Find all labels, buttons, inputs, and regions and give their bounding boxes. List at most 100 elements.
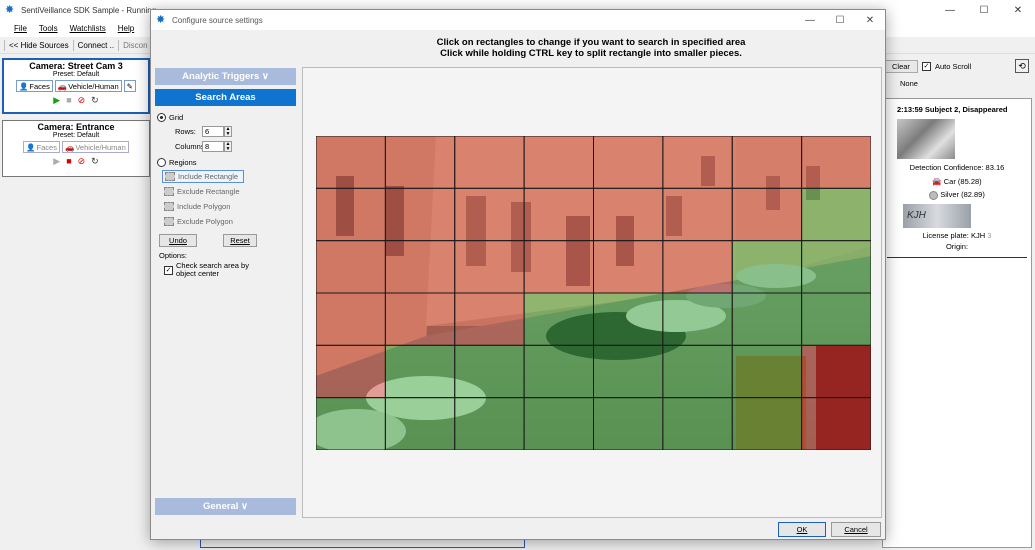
grid-cell-excluded[interactable] (316, 240, 386, 294)
search-areas-header[interactable]: Search Areas (155, 89, 296, 106)
grid-cell-excluded[interactable] (316, 136, 386, 189)
check-center-checkbox[interactable]: ✓ (164, 266, 173, 275)
reset-button[interactable]: Reset (223, 234, 257, 247)
camera-preview[interactable] (316, 136, 871, 450)
regions-radio[interactable] (157, 158, 166, 167)
grid-cell-included[interactable] (801, 292, 871, 346)
grid-cell-excluded[interactable] (316, 344, 386, 399)
menu-watchlists[interactable]: Watchlists (70, 24, 106, 33)
regions-option[interactable]: Regions (157, 158, 296, 167)
general-header[interactable]: General ∨ (155, 498, 296, 515)
grid-cell-included[interactable] (731, 292, 803, 346)
grid-cell-excluded[interactable] (316, 292, 386, 346)
grid-cell-included[interactable] (523, 344, 594, 399)
grid-cell-excluded[interactable] (801, 397, 871, 450)
close-icon[interactable]: ✕ (855, 10, 885, 30)
grid-cell-excluded[interactable] (593, 240, 664, 294)
grid-cell-included[interactable] (662, 397, 733, 450)
grid-cell-included[interactable] (731, 240, 803, 294)
exclude-polygon-button[interactable]: Exclude Polygon (162, 215, 296, 228)
grid-cell-excluded[interactable] (454, 136, 525, 189)
menu-help[interactable]: Help (118, 24, 134, 33)
grid-cell-excluded[interactable] (662, 187, 733, 242)
maximize-icon[interactable]: ☐ (825, 10, 855, 30)
minimize-icon[interactable]: — (933, 0, 967, 20)
grid-cell-excluded[interactable] (593, 136, 664, 189)
stop-icon[interactable]: ■ (66, 156, 71, 167)
spin-down-icon[interactable]: ▼ (226, 131, 231, 137)
grid-cell-included[interactable] (593, 397, 664, 450)
grid-cell-excluded[interactable] (454, 292, 525, 346)
grid-cell-included[interactable] (454, 397, 525, 450)
include-rectangle-button[interactable]: Include Rectangle (162, 170, 244, 183)
grid-cell-excluded[interactable] (523, 136, 594, 189)
grid-cell-excluded[interactable] (731, 136, 803, 189)
rows-input[interactable]: 6 (202, 126, 224, 137)
grid-cell-excluded[interactable] (523, 187, 594, 242)
grid-cell-included[interactable] (801, 240, 871, 294)
grid-cell-excluded[interactable] (523, 240, 594, 294)
menu-tools[interactable]: Tools (39, 24, 58, 33)
refresh-icon[interactable]: ↻ (91, 156, 99, 167)
grid-cell-included[interactable] (384, 397, 456, 450)
clear-button[interactable]: Clear (884, 59, 918, 73)
grid-radio[interactable] (157, 113, 166, 122)
close-icon[interactable]: ✕ (1001, 0, 1035, 20)
hide-view-icon[interactable]: ⊘ (78, 156, 86, 167)
grid-cell-included[interactable] (731, 397, 803, 450)
grid-cell-excluded[interactable] (454, 187, 525, 242)
check-center-option[interactable]: ✓ Check search area by object center (164, 262, 296, 278)
vehicle-human-button[interactable]: 🚗 Vehicle/Human (61, 141, 129, 153)
grid-cell-included[interactable] (731, 344, 803, 399)
grid-cell-excluded[interactable] (662, 240, 733, 294)
play-icon[interactable]: ▶ (53, 95, 60, 106)
camera-panel-street-cam-3[interactable]: Camera: Street Cam 3 Preset: Default 👤 Fa… (2, 58, 150, 114)
grid-cell-included[interactable] (593, 344, 664, 399)
columns-input[interactable]: 8 (202, 141, 224, 152)
grid-cell-included[interactable] (384, 344, 456, 399)
columns-spinner[interactable]: ▲ ▼ (224, 141, 232, 152)
grid-cell-excluded[interactable] (801, 136, 871, 189)
menu-file[interactable]: File (14, 24, 27, 33)
hide-sources-button[interactable]: << Hide Sources (9, 41, 69, 50)
event-card[interactable]: 2:13:59 Subject 2, Disappeared Detection… (882, 98, 1032, 548)
grid-cell-included[interactable] (454, 344, 525, 399)
undo-button[interactable]: Undo (159, 234, 197, 247)
stop-icon[interactable]: ■ (66, 95, 71, 106)
faces-button[interactable]: 👤 Faces (16, 80, 53, 92)
grid-cell-excluded[interactable] (384, 292, 456, 346)
grid-cell-excluded[interactable] (593, 187, 664, 242)
grid-cell-excluded[interactable] (662, 136, 733, 189)
connect-button[interactable]: Connect .. (78, 41, 114, 50)
grid-cell-included[interactable] (523, 397, 594, 450)
auto-scroll-checkbox[interactable]: ✓ (921, 61, 931, 71)
grid-cell-included[interactable] (316, 397, 386, 450)
grid-option[interactable]: Grid (157, 113, 296, 122)
rotate-view-icon[interactable]: ⟲ (1015, 59, 1029, 73)
hide-view-icon[interactable]: ⊘ (78, 95, 86, 106)
grid-cell-excluded[interactable] (384, 187, 456, 242)
play-icon[interactable]: ▶ (53, 156, 60, 167)
faces-button[interactable]: 👤 Faces (23, 141, 60, 153)
camera-panel-entrance[interactable]: Camera: Entrance Preset: Default 👤 Faces … (2, 120, 150, 177)
maximize-icon[interactable]: ☐ (967, 0, 1001, 20)
analytic-triggers-header[interactable]: Analytic Triggers ∨ (155, 68, 296, 85)
vehicle-human-button[interactable]: 🚗 Vehicle/Human (54, 80, 122, 92)
exclude-rectangle-button[interactable]: Exclude Rectangle (162, 185, 296, 198)
grid-cell-excluded[interactable] (801, 344, 871, 399)
grid-cell-included[interactable] (801, 187, 871, 242)
ok-button[interactable]: OK (778, 522, 826, 537)
grid-cell-excluded[interactable] (731, 187, 803, 242)
grid-cell-included[interactable] (593, 292, 664, 346)
cancel-button[interactable]: Cancel (831, 522, 881, 537)
grid-cell-included[interactable] (662, 344, 733, 399)
grid-cell-included[interactable] (523, 292, 594, 346)
spin-down-icon[interactable]: ▼ (226, 146, 231, 152)
grid-cell-excluded[interactable] (454, 240, 525, 294)
grid-cell-included[interactable] (662, 292, 733, 346)
grid-cell-excluded[interactable] (316, 187, 386, 242)
refresh-icon[interactable]: ↻ (91, 95, 99, 106)
settings-wrench-button[interactable]: ✎ (123, 80, 136, 92)
include-polygon-button[interactable]: Include Polygon (162, 200, 296, 213)
grid-cell-excluded[interactable] (384, 240, 456, 294)
